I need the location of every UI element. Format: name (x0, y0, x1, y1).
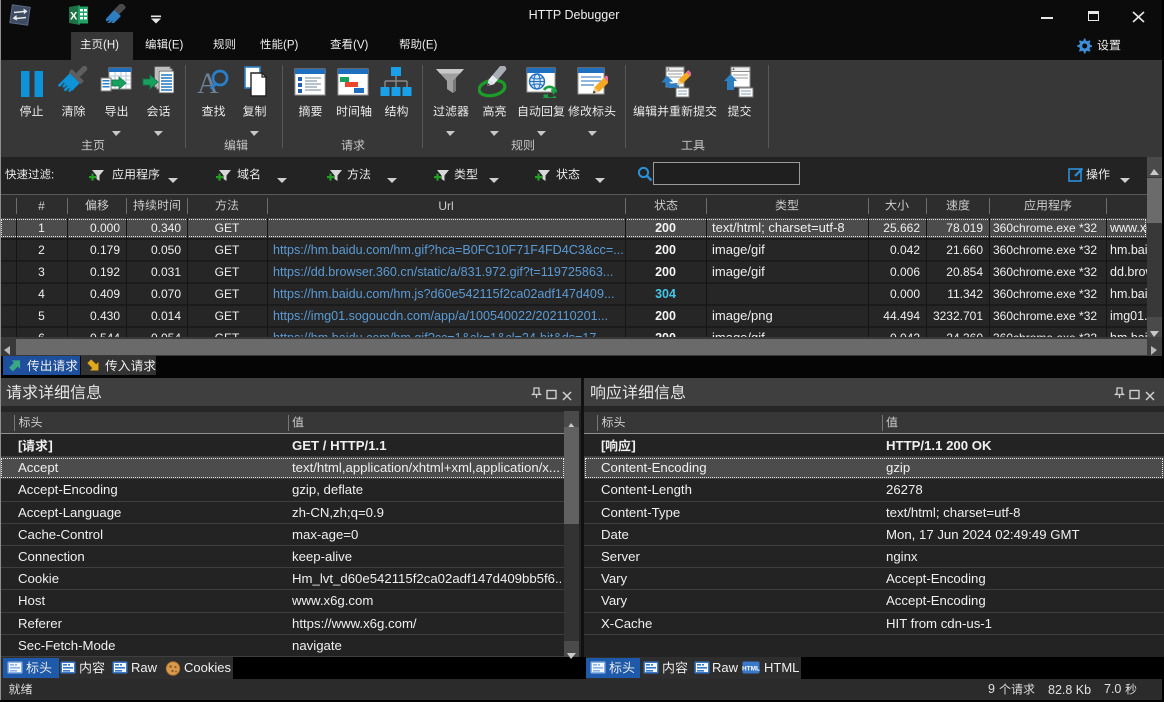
svg-text:HTML: HTML (742, 666, 760, 673)
